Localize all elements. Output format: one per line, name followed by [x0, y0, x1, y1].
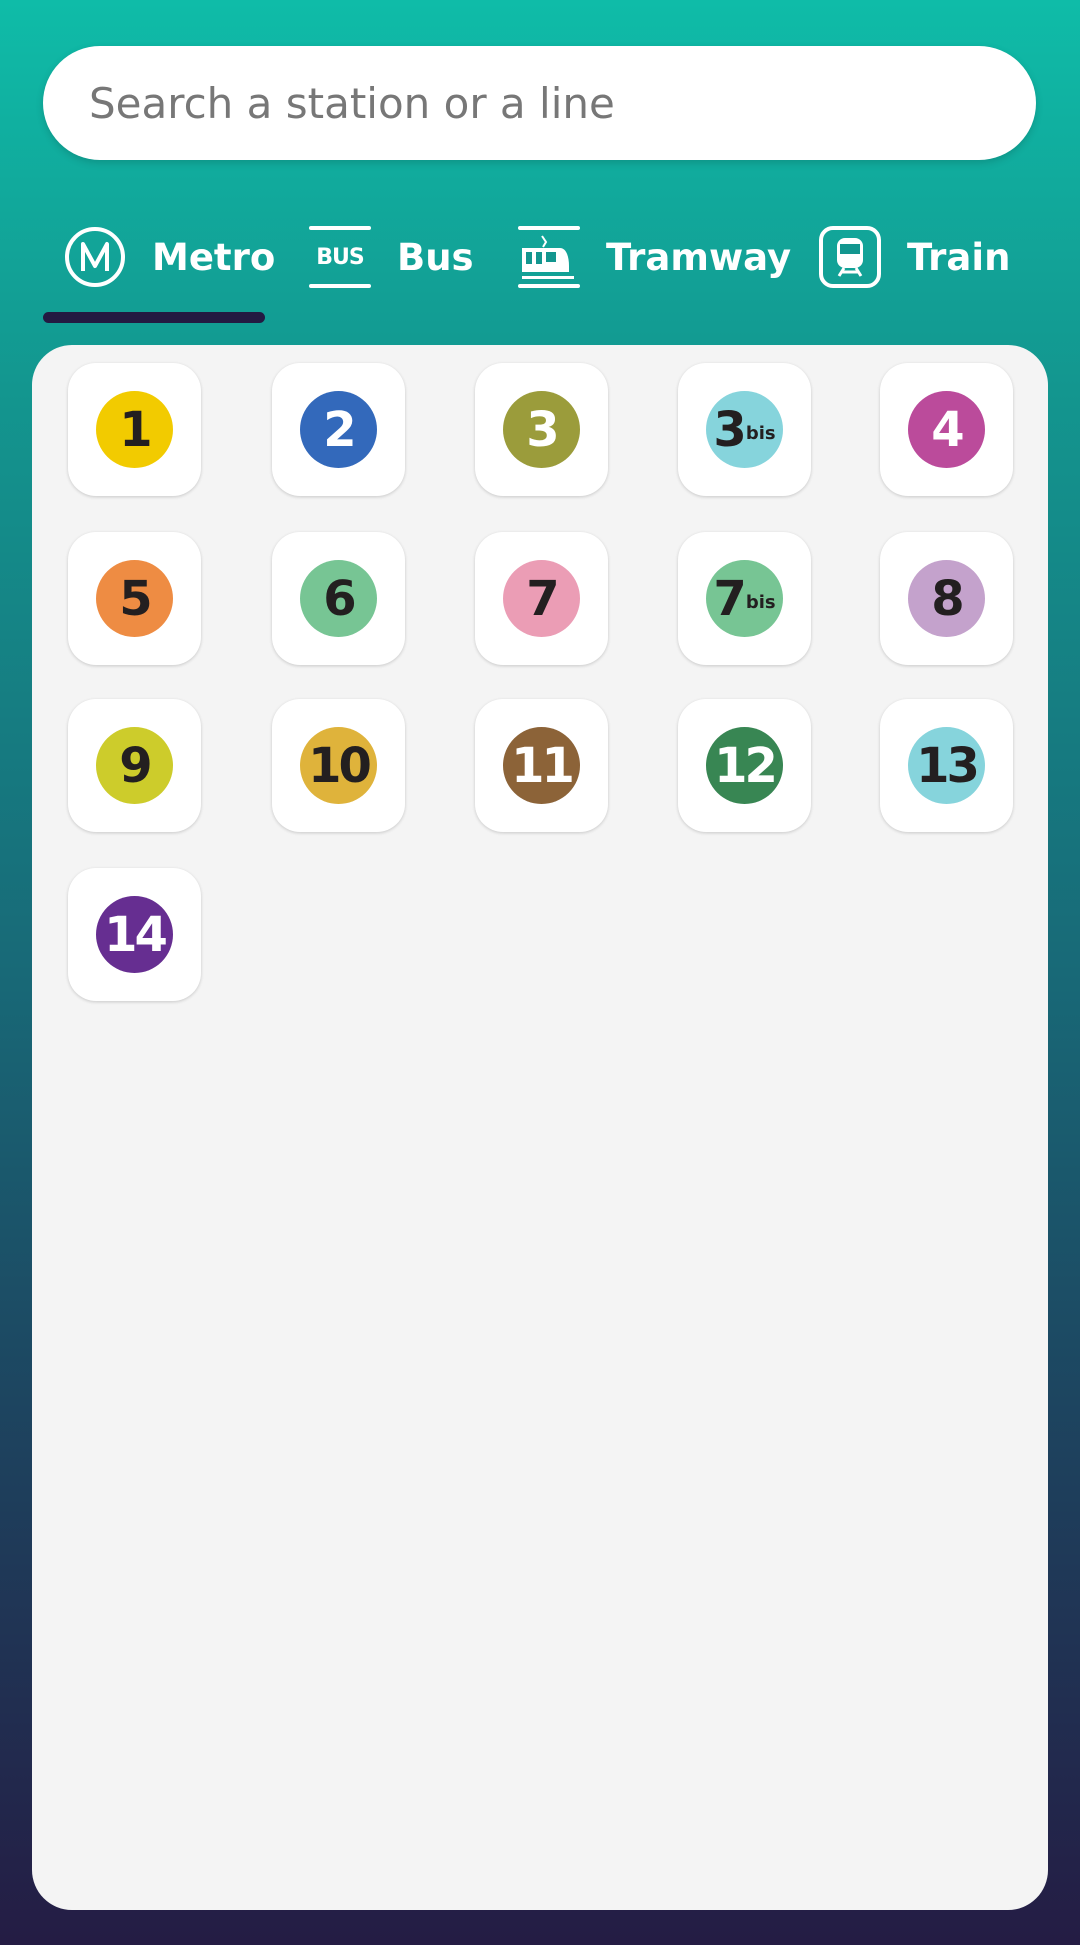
- line-badge-icon: 13: [908, 727, 985, 804]
- line-badge-icon: 3 bis: [706, 391, 783, 468]
- line-number: 6: [323, 570, 356, 627]
- line-badge-icon: 7: [503, 560, 580, 637]
- line-number: 7: [526, 570, 559, 627]
- tab-label: Tramway: [606, 235, 792, 279]
- line-badge-icon: 11: [503, 727, 580, 804]
- tab-label: Train: [907, 235, 1011, 279]
- tab-bus[interactable]: BUS Bus: [309, 222, 474, 292]
- tab-label: Metro: [152, 235, 276, 279]
- tab-train[interactable]: Train: [819, 222, 1010, 292]
- line-number: 4: [931, 401, 964, 458]
- line-number: 5: [119, 570, 152, 627]
- line-7-button[interactable]: 7: [475, 532, 608, 665]
- metro-lines-panel: 1 2 3 3 bis 4 5 6 7 7 bis 8 9 10 11 12 13 14: [32, 345, 1048, 1910]
- line-number: 1: [119, 401, 152, 458]
- line-badge-icon: 9: [96, 727, 173, 804]
- bus-icon: BUS: [309, 226, 371, 288]
- line-number: 7: [713, 570, 746, 627]
- line-2-button[interactable]: 2: [272, 363, 405, 496]
- line-number: 8: [931, 570, 964, 627]
- line-badge-icon: 3: [503, 391, 580, 468]
- active-tab-indicator: [43, 312, 265, 323]
- transport-tabs: Metro BUS Bus Tramway Train: [0, 222, 1080, 292]
- line-3-button[interactable]: 3: [475, 363, 608, 496]
- line-badge-icon: 2: [300, 391, 377, 468]
- line-1-button[interactable]: 1: [68, 363, 201, 496]
- search-bar[interactable]: [43, 46, 1036, 160]
- line-3bis-button[interactable]: 3 bis: [678, 363, 811, 496]
- line-number: 12: [714, 737, 778, 794]
- line-badge-icon: 7 bis: [706, 560, 783, 637]
- metro-icon: [65, 227, 125, 287]
- line-badge-icon: 5: [96, 560, 173, 637]
- line-badge-icon: 12: [706, 727, 783, 804]
- line-7bis-button[interactable]: 7 bis: [678, 532, 811, 665]
- line-10-button[interactable]: 10: [272, 699, 405, 832]
- line-6-button[interactable]: 6: [272, 532, 405, 665]
- line-bis-suffix: bis: [745, 423, 776, 444]
- line-number: 2: [323, 401, 356, 458]
- line-9-button[interactable]: 9: [68, 699, 201, 832]
- tab-label: Bus: [397, 235, 474, 279]
- line-12-button[interactable]: 12: [678, 699, 811, 832]
- line-5-button[interactable]: 5: [68, 532, 201, 665]
- line-badge-icon: 1: [96, 391, 173, 468]
- line-8-button[interactable]: 8: [880, 532, 1013, 665]
- line-badge-icon: 6: [300, 560, 377, 637]
- line-number: 3: [713, 401, 746, 458]
- tab-metro[interactable]: Metro: [64, 222, 275, 292]
- line-number: 10: [308, 737, 372, 794]
- search-input[interactable]: [89, 78, 1036, 128]
- line-number: 13: [916, 737, 980, 794]
- line-number: 11: [511, 737, 575, 794]
- line-14-button[interactable]: 14: [68, 868, 201, 1001]
- line-badge-icon: 8: [908, 560, 985, 637]
- line-number: 9: [119, 737, 152, 794]
- line-4-button[interactable]: 4: [880, 363, 1013, 496]
- train-icon: [819, 226, 881, 288]
- tab-tramway[interactable]: Tramway: [518, 222, 791, 292]
- line-13-button[interactable]: 13: [880, 699, 1013, 832]
- line-badge-icon: 14: [96, 896, 173, 973]
- line-number: 14: [104, 906, 168, 963]
- line-number: 3: [526, 401, 559, 458]
- line-badge-icon: 4: [908, 391, 985, 468]
- tramway-icon: [518, 226, 580, 288]
- line-11-button[interactable]: 11: [475, 699, 608, 832]
- line-badge-icon: 10: [300, 727, 377, 804]
- line-bis-suffix: bis: [745, 592, 776, 613]
